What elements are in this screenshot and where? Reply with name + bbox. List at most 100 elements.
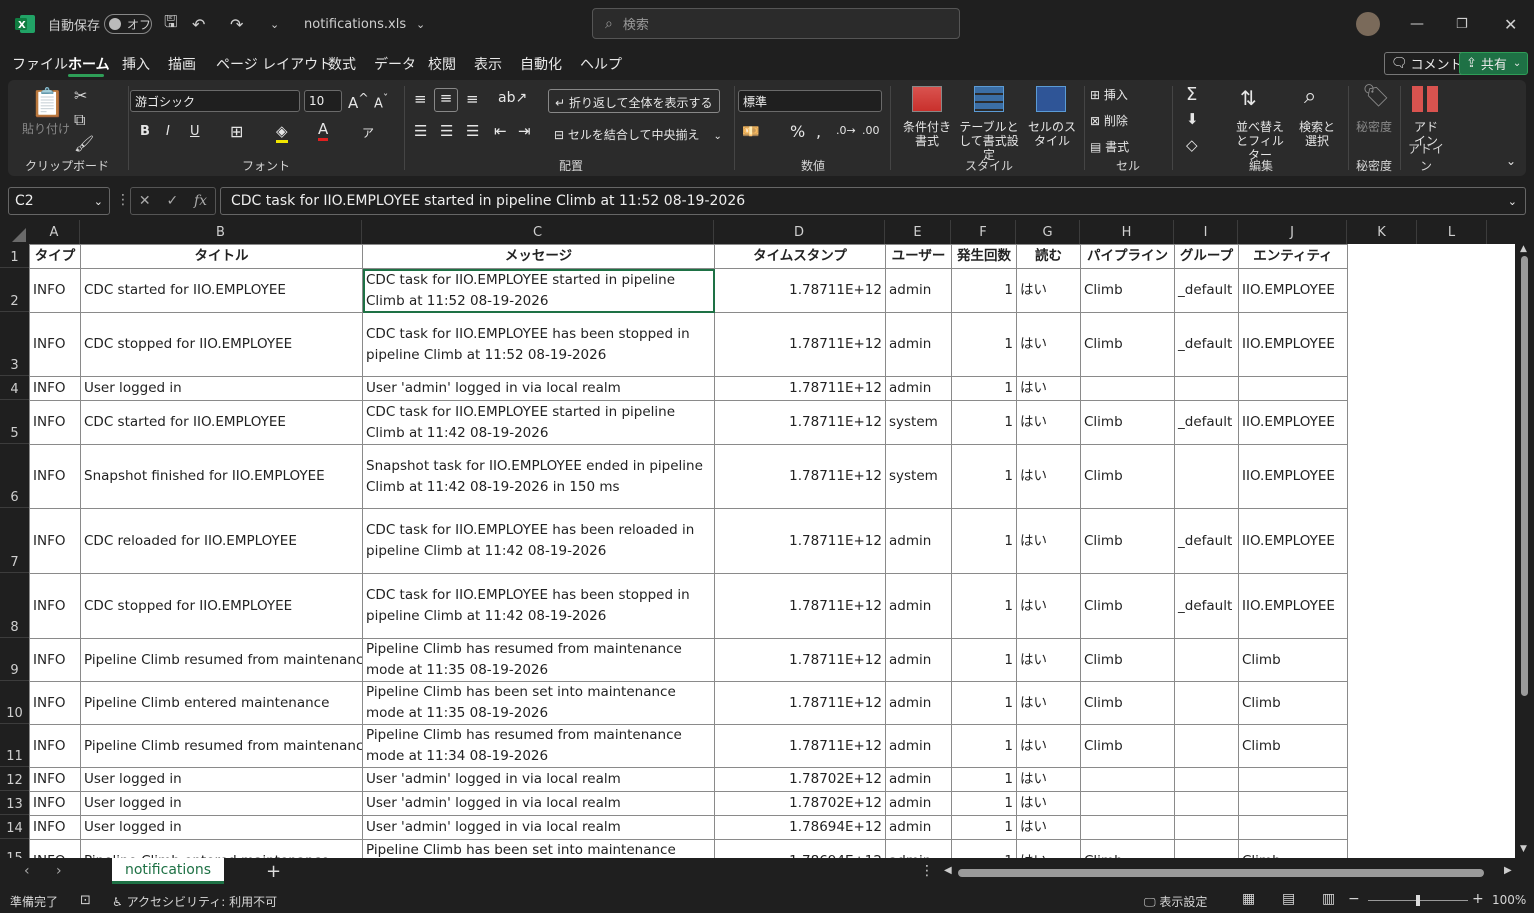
data-cell[interactable]: Climb — [1080, 638, 1175, 682]
empty-cell[interactable] — [1418, 816, 1488, 840]
data-cell[interactable]: CDC started for IIO.EMPLOYEE — [80, 268, 363, 313]
sheet-tab-notifications[interactable]: notifications — [112, 858, 224, 884]
align-middle-icon[interactable]: ≡ — [434, 88, 458, 112]
data-cell[interactable]: 1 — [951, 573, 1017, 639]
data-cell[interactable]: CDC task for IIO.EMPLOYEE started in pip… — [362, 268, 715, 313]
redo-icon[interactable]: ↷ — [230, 0, 243, 48]
sort-filter-icon[interactable]: ⇅ — [1240, 86, 1257, 110]
data-cell[interactable]: はい — [1016, 312, 1081, 377]
decrease-indent-icon[interactable]: ⇤ — [494, 122, 507, 140]
customize-qat-icon[interactable]: ⌄ — [270, 0, 279, 48]
row-header[interactable]: 3 — [0, 312, 29, 376]
find-select-icon[interactable]: ⌕ — [1304, 84, 1316, 109]
sort-filter-label[interactable]: 並べ替えとフィルター — [1232, 120, 1288, 162]
menu-file[interactable]: ファイル — [12, 54, 68, 74]
data-cell[interactable]: User logged in — [80, 791, 363, 816]
column-header[interactable]: H — [1080, 220, 1174, 244]
increase-font-icon[interactable]: A^ — [348, 90, 369, 112]
row-header[interactable]: 15 — [0, 839, 29, 858]
clear-icon[interactable]: ◇ — [1186, 136, 1198, 154]
data-cell[interactable]: 1 — [951, 681, 1017, 725]
empty-cell[interactable] — [1418, 401, 1488, 445]
data-cell[interactable]: IIO.EMPLOYEE — [1238, 400, 1348, 445]
wrap-text-button[interactable]: ↵ 折り返して全体を表示する — [548, 89, 720, 113]
data-cell[interactable]: Climb — [1080, 839, 1175, 858]
data-cell[interactable]: 1 — [951, 376, 1017, 401]
share-button[interactable]: ⇪ 共有 ⌄ — [1459, 52, 1529, 75]
data-cell[interactable]: はい — [1016, 815, 1081, 840]
data-cell[interactable]: User 'admin' logged in via local realm — [362, 791, 715, 816]
data-cell[interactable]: _default — [1174, 573, 1239, 639]
normal-view-icon[interactable]: ▦ — [1242, 891, 1255, 907]
data-cell[interactable]: User 'admin' logged in via local realm — [362, 767, 715, 792]
zoom-level[interactable]: 100% — [1492, 893, 1526, 907]
more-options-icon[interactable]: ⋮ — [116, 192, 130, 208]
column-header[interactable]: L — [1417, 220, 1487, 244]
column-header[interactable]: F — [951, 220, 1016, 244]
column-header[interactable]: I — [1174, 220, 1238, 244]
header-cell[interactable]: 発生回数 — [951, 244, 1017, 269]
data-cell[interactable]: はい — [1016, 400, 1081, 445]
data-cell[interactable] — [1080, 815, 1175, 840]
data-cell[interactable]: 1.78711E+12 — [714, 268, 886, 313]
cell-area[interactable]: タイプ タイトル メッセージ タイムスタンプ ユーザー 発生回数 読む パイプライン グループエ… — [29, 244, 1515, 858]
data-cell[interactable]: 1.78711E+12 — [714, 400, 886, 445]
data-cell[interactable]: _default — [1174, 508, 1239, 574]
menu-insert[interactable]: 挿入 — [122, 54, 150, 74]
data-cell[interactable]: IIO.EMPLOYEE — [1238, 573, 1348, 639]
data-cell[interactable]: CDC started for IIO.EMPLOYEE — [80, 400, 363, 445]
data-cell[interactable]: system — [885, 444, 952, 509]
decrease-decimal-icon[interactable]: .00 — [862, 124, 880, 137]
data-cell[interactable]: system — [885, 400, 952, 445]
empty-cell[interactable] — [1348, 445, 1418, 509]
data-cell[interactable]: CDC stopped for IIO.EMPLOYEE — [80, 573, 363, 639]
display-settings-button[interactable]: 🖵 表示設定 — [1144, 893, 1207, 910]
data-cell[interactable]: admin — [885, 638, 952, 682]
data-cell[interactable]: 1.78711E+12 — [714, 638, 886, 682]
data-cell[interactable]: 1.78711E+12 — [714, 508, 886, 574]
menu-home[interactable]: ホーム — [68, 54, 110, 74]
delete-cells-button[interactable]: ⊠ 削除 — [1090, 112, 1128, 129]
row-header[interactable]: 7 — [0, 508, 29, 573]
data-cell[interactable]: INFO — [29, 681, 81, 725]
fill-icon[interactable]: ⬇ — [1186, 110, 1199, 128]
zoom-slider-thumb[interactable] — [1416, 895, 1420, 906]
add-sheet-icon[interactable]: + — [266, 861, 281, 882]
data-cell[interactable]: INFO — [29, 638, 81, 682]
menu-formulas[interactable]: 数式 — [328, 54, 356, 74]
data-cell[interactable]: User 'admin' logged in via local realm — [362, 815, 715, 840]
align-left-icon[interactable]: ☰ — [414, 122, 427, 140]
data-cell[interactable]: 1 — [951, 815, 1017, 840]
data-cell[interactable]: 1 — [951, 638, 1017, 682]
sensitivity-icon[interactable]: 🏷 — [1362, 84, 1390, 109]
format-as-table-label[interactable]: テーブルとして書式設定 — [956, 120, 1022, 162]
format-cells-button[interactable]: ▤ 書式 — [1090, 138, 1129, 155]
data-cell[interactable]: admin — [885, 573, 952, 639]
menu-help[interactable]: ヘルプ — [580, 54, 622, 74]
header-cell[interactable]: パイプライン — [1080, 244, 1175, 269]
data-cell[interactable]: admin — [885, 839, 952, 858]
data-cell[interactable]: Climb — [1238, 724, 1348, 768]
bold-icon[interactable]: B — [140, 124, 150, 139]
empty-cell[interactable] — [1418, 840, 1488, 859]
cancel-entry-icon[interactable]: ✕ — [139, 193, 151, 209]
data-cell[interactable]: IIO.EMPLOYEE — [1238, 312, 1348, 377]
phonetic-icon[interactable]: ア — [362, 124, 374, 141]
header-cell[interactable]: 読む — [1016, 244, 1081, 269]
row-header[interactable]: 8 — [0, 573, 29, 638]
data-cell[interactable]: INFO — [29, 312, 81, 377]
tab-split-icon[interactable]: ⋮ — [920, 863, 934, 879]
cell-table[interactable]: タイプ タイトル メッセージ タイムスタンプ ユーザー 発生回数 読む パイプライン グループエ… — [29, 244, 1488, 858]
undo-icon[interactable]: ↶ — [192, 0, 205, 48]
data-cell[interactable]: IIO.EMPLOYEE — [1238, 444, 1348, 509]
filename-chevron-icon[interactable]: ⌄ — [416, 0, 425, 48]
column-header[interactable]: D — [714, 220, 885, 244]
conditional-format-icon[interactable] — [912, 86, 942, 112]
data-cell[interactable] — [1174, 815, 1239, 840]
data-cell[interactable]: 1 — [951, 268, 1017, 313]
data-cell[interactable]: Climb — [1238, 638, 1348, 682]
data-cell[interactable]: admin — [885, 791, 952, 816]
font-name-select[interactable]: 游ゴシック — [130, 90, 300, 112]
menu-review[interactable]: 校閲 — [428, 54, 456, 74]
minimize-icon[interactable]: — — [1410, 0, 1424, 48]
